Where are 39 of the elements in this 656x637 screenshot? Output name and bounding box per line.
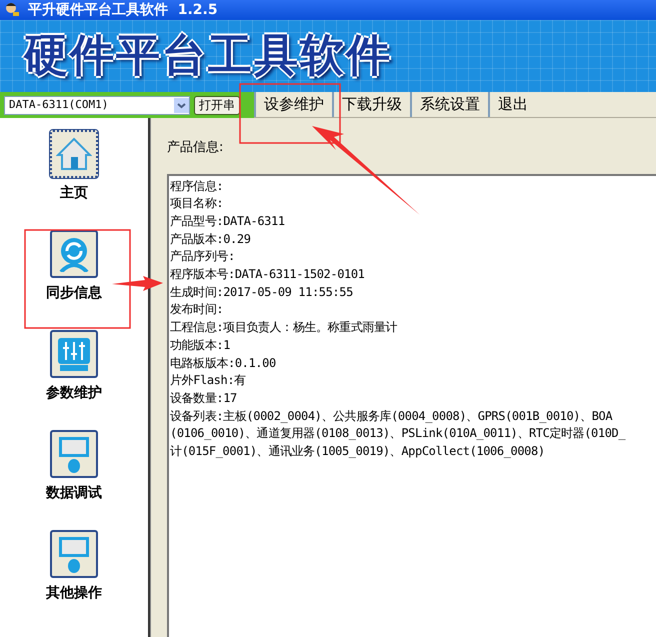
sliders-icon [56,336,92,372]
app-icon [4,2,20,18]
annotation-arrow [112,276,163,291]
info-line: 工程信息:项目负责人：杨生。称重式雨量计 [170,319,398,336]
sidebar-icon-button[interactable] [50,130,98,178]
info-line: 功能版本:1 [170,336,232,354]
info-line: 产品版本:0.29 [170,230,252,248]
open-port-button[interactable]: 打开串 [194,96,240,114]
sidebar-label: 主页 [60,184,88,202]
info-line: 设备列表:主板(0002_0004)、公共服务库(0004_0008)、GPRS(001B_0010)、BOA [170,408,614,425]
sidebar-label: 其他操作 [46,584,102,602]
info-line: 计(015F_0001)、通讯业务(1005_0019)、AppCollect(1006_0008) [170,443,546,460]
info-line: 生成时间:2017-05-09 11:55:55 [170,284,354,301]
sidebar-icon-button[interactable] [50,430,98,478]
sidebar-label: 同步信息 [46,284,102,302]
info-text-area[interactable] [167,174,656,637]
info-line: 电路板版本:0.1.00 [170,354,277,372]
info-line: 程序版本号:DATA-6311-1502-0101 [170,266,366,284]
info-line: 程序信息: [170,178,224,194]
info-line: 设备数量:17 [170,390,238,407]
info-line: 产品型号:DATA-6311 [170,212,286,230]
info-line: 片外Flash:有 [170,372,247,390]
window-title: 平升硬件平台工具软件 1.2.5 [28,0,218,20]
sidebar-icon-button[interactable] [50,330,98,378]
sync-icon [57,236,91,272]
sidebar-label: 数据调试 [46,484,102,502]
info-line: 产品序列号: [170,248,236,266]
monitor-icon [57,535,91,573]
section-heading: 产品信息: [167,139,224,157]
sidebar-label: 参数维护 [46,384,102,402]
info-line: 发布时间: [170,301,224,318]
banner-title: 硬件平台工具软件 [24,29,392,83]
port-select[interactable]: DATA-6311(COM1) [4,96,190,114]
info-line: (0106_0010)、通道复用器(0108_0013)、PSLink(010A_0011)、RTC定时器(010D_ [170,425,626,442]
sidebar-icon-button[interactable] [50,230,98,278]
sidebar-icon-button[interactable] [50,530,98,578]
monitor-icon [57,435,91,473]
house-icon [56,137,92,171]
info-line: 项目名称: [170,195,224,212]
